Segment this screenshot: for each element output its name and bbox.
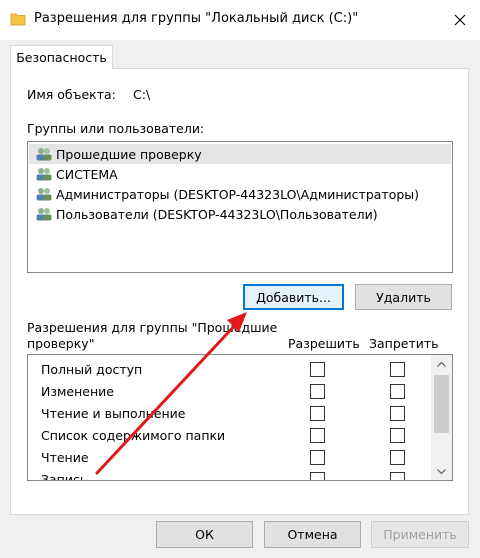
permission-name: Запись <box>41 472 88 481</box>
deny-checkbox[interactable] <box>390 428 405 443</box>
list-item[interactable]: Прошедшие проверку <box>29 144 451 164</box>
close-icon <box>454 14 466 26</box>
permissions-label-line2: проверку" <box>27 336 95 351</box>
permission-name: Полный доступ <box>41 362 143 377</box>
chevron-up-icon <box>437 361 446 367</box>
permission-name: Изменение <box>41 384 114 399</box>
allow-checkbox[interactable] <box>310 406 325 421</box>
allow-checkbox[interactable] <box>310 450 325 465</box>
list-item[interactable]: Администраторы (DESKTOP-44323LO\Админист… <box>29 184 451 204</box>
list-item-label: Администраторы (DESKTOP-44323LO\Админист… <box>56 186 420 202</box>
deny-checkbox[interactable] <box>390 450 405 465</box>
allow-checkbox[interactable] <box>310 428 325 443</box>
list-item-label: Прошедшие проверку <box>56 146 202 162</box>
permission-name: Чтение <box>41 450 89 465</box>
deny-column-header: Запретить <box>369 336 439 351</box>
allow-checkbox[interactable] <box>310 362 325 377</box>
tab-security[interactable]: Безопасность <box>10 45 113 69</box>
apply-button: Применить <box>371 521 469 548</box>
allow-checkbox[interactable] <box>310 384 325 399</box>
table-row: Полный доступ <box>28 359 432 381</box>
scroll-down-button[interactable] <box>431 463 452 480</box>
cancel-button[interactable]: Отмена <box>264 521 361 548</box>
list-item-label: СИСТЕМА <box>56 166 118 182</box>
window-title: Разрешения для группы "Локальный диск (C… <box>34 11 359 26</box>
users-group-icon <box>36 208 52 221</box>
users-group-icon <box>36 168 52 181</box>
table-row: Список содержимого папки <box>28 425 432 447</box>
deny-checkbox[interactable] <box>390 384 405 399</box>
allow-column-header: Разрешить <box>288 336 360 351</box>
deny-checkbox[interactable] <box>390 362 405 377</box>
close-button[interactable] <box>446 6 474 34</box>
list-item[interactable]: СИСТЕМА <box>29 164 451 184</box>
list-item[interactable]: Пользователи (DESKTOP-44323LO\Пользовате… <box>29 204 451 224</box>
allow-checkbox[interactable] <box>310 472 325 480</box>
deny-checkbox[interactable] <box>390 472 405 480</box>
table-row: Запись <box>28 469 432 481</box>
users-group-icon <box>36 188 52 201</box>
users-group-icon <box>36 148 52 161</box>
permission-name: Список содержимого папки <box>41 428 226 443</box>
table-row: Изменение <box>28 381 432 403</box>
groups-list[interactable]: Прошедшие проверку СИСТЕМА Администратор… <box>27 141 453 273</box>
permissions-label-line1: Разрешения для группы "Прошедшие <box>27 320 278 335</box>
add-button[interactable]: Добавить... <box>243 284 344 310</box>
folder-icon <box>10 13 26 26</box>
scroll-up-button[interactable] <box>431 355 452 372</box>
permissions-list[interactable]: Полный доступ Изменение Чтение и выполне… <box>27 354 453 481</box>
list-item-label: Пользователи (DESKTOP-44323LO\Пользовате… <box>56 206 378 222</box>
title-bar: Разрешения для группы "Локальный диск (C… <box>0 0 480 40</box>
object-name-label: Имя объекта: <box>27 87 116 102</box>
remove-button[interactable]: Удалить <box>355 284 452 310</box>
ok-button[interactable]: ОК <box>156 521 253 548</box>
scroll-thumb[interactable] <box>434 375 449 433</box>
table-row: Чтение <box>28 447 432 469</box>
chevron-down-icon <box>437 468 446 474</box>
permission-name: Чтение и выполнение <box>41 406 186 421</box>
deny-checkbox[interactable] <box>390 406 405 421</box>
object-name-value: C:\ <box>133 87 151 102</box>
permissions-scrollbar[interactable] <box>431 355 452 480</box>
table-row: Чтение и выполнение <box>28 403 432 425</box>
groups-label: Группы или пользователи: <box>27 121 205 136</box>
